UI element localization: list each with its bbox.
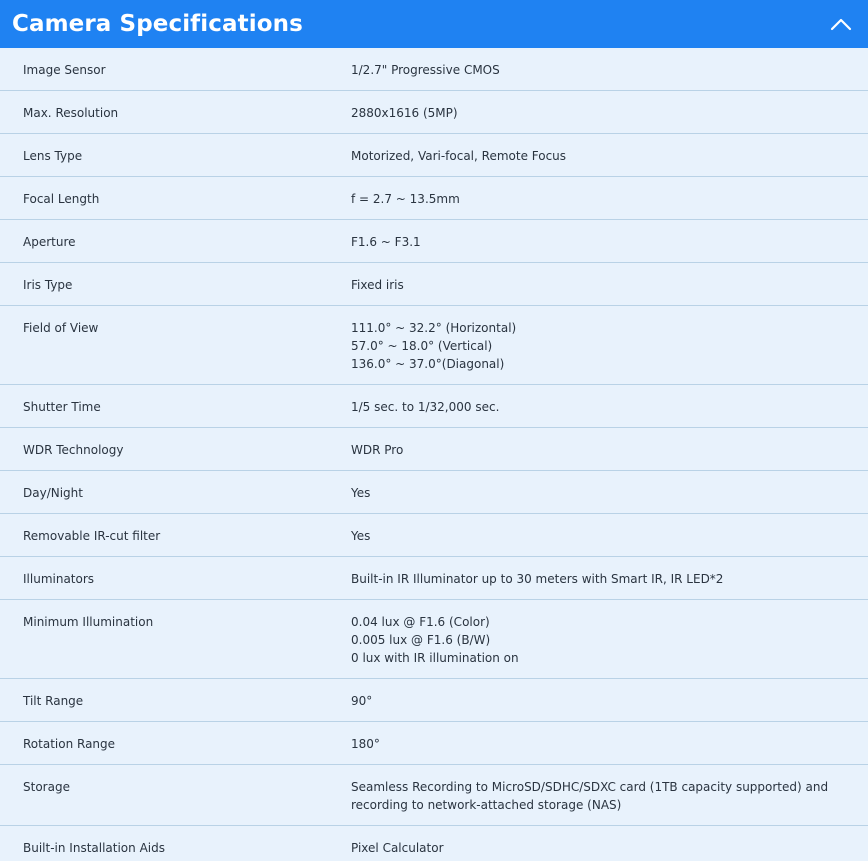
spec-value: Fixed iris bbox=[328, 263, 868, 305]
spec-table: Image Sensor 1/2.7" Progressive CMOS Max… bbox=[0, 48, 868, 861]
spec-row-rotation-range: Rotation Range 180° bbox=[0, 722, 868, 765]
section-header[interactable]: Camera Specifications bbox=[0, 0, 868, 48]
spec-value-line: WDR Pro bbox=[351, 443, 404, 457]
spec-value-line: Yes bbox=[351, 529, 371, 543]
spec-row-wdr-technology: WDR Technology WDR Pro bbox=[0, 428, 868, 471]
spec-value-line: 0 lux with IR illumination on bbox=[351, 651, 519, 665]
spec-row-storage: Storage Seamless Recording to MicroSD/SD… bbox=[0, 765, 868, 826]
spec-value: 1/5 sec. to 1/32,000 sec. bbox=[328, 385, 868, 427]
spec-value-line: 180° bbox=[351, 737, 380, 751]
spec-value: 2880x1616 (5MP) bbox=[328, 91, 868, 133]
spec-row-installation-aids: Built-in Installation Aids Pixel Calcula… bbox=[0, 826, 868, 861]
spec-row-tilt-range: Tilt Range 90° bbox=[0, 679, 868, 722]
spec-value-line: 136.0° ~ 37.0°(Diagonal) bbox=[351, 357, 505, 371]
spec-row-focal-length: Focal Length f = 2.7 ~ 13.5mm bbox=[0, 177, 868, 220]
spec-label: Storage bbox=[23, 780, 70, 794]
spec-row-lens-type: Lens Type Motorized, Vari-focal, Remote … bbox=[0, 134, 868, 177]
spec-value-line: 57.0° ~ 18.0° (Vertical) bbox=[351, 339, 493, 353]
spec-label: Aperture bbox=[23, 235, 76, 249]
spec-value-line: 90° bbox=[351, 694, 373, 708]
spec-row-iris-type: Iris Type Fixed iris bbox=[0, 263, 868, 306]
spec-value-line: Pixel Calculator bbox=[351, 841, 444, 855]
chevron-up-icon bbox=[830, 18, 852, 31]
spec-value-line: 1/2.7" Progressive CMOS bbox=[351, 63, 500, 77]
spec-value: Pixel Calculator bbox=[328, 826, 868, 861]
spec-label: Minimum Illumination bbox=[23, 615, 154, 629]
spec-value-line: f = 2.7 ~ 13.5mm bbox=[351, 192, 460, 206]
spec-label: Shutter Time bbox=[23, 400, 101, 414]
section-title: Camera Specifications bbox=[12, 11, 303, 37]
spec-value-line: 1/5 sec. to 1/32,000 sec. bbox=[351, 400, 500, 414]
spec-row-illuminators: Illuminators Built-in IR Illuminator up … bbox=[0, 557, 868, 600]
spec-value: Seamless Recording to MicroSD/SDHC/SDXC … bbox=[328, 765, 868, 825]
spec-label: Illuminators bbox=[23, 572, 95, 586]
spec-value: WDR Pro bbox=[328, 428, 868, 470]
spec-value-line: 0.005 lux @ F1.6 (B/W) bbox=[351, 633, 491, 647]
spec-value-line: 111.0° ~ 32.2° (Horizontal) bbox=[351, 321, 517, 335]
spec-label: Image Sensor bbox=[23, 63, 106, 77]
spec-label: Rotation Range bbox=[23, 737, 116, 751]
spec-value: Yes bbox=[328, 471, 868, 513]
spec-value: Motorized, Vari-focal, Remote Focus bbox=[328, 134, 868, 176]
spec-label: Max. Resolution bbox=[23, 106, 119, 120]
spec-label: Removable IR-cut filter bbox=[23, 529, 161, 543]
spec-label: WDR Technology bbox=[23, 443, 124, 457]
camera-specifications-panel: Camera Specifications Image Sensor 1/2.7… bbox=[0, 0, 868, 861]
spec-value-line: Yes bbox=[351, 486, 371, 500]
spec-value: 180° bbox=[328, 722, 868, 764]
spec-label: Field of View bbox=[23, 321, 99, 335]
spec-value: Yes bbox=[328, 514, 868, 556]
spec-value-line: recording to network-attached storage (N… bbox=[351, 798, 622, 812]
spec-row-max-resolution: Max. Resolution 2880x1616 (5MP) bbox=[0, 91, 868, 134]
spec-label: Lens Type bbox=[23, 149, 83, 163]
spec-value: 0.04 lux @ F1.6 (Color) 0.005 lux @ F1.6… bbox=[328, 600, 868, 678]
spec-label: Iris Type bbox=[23, 278, 73, 292]
spec-row-image-sensor: Image Sensor 1/2.7" Progressive CMOS bbox=[0, 48, 868, 91]
spec-row-minimum-illumination: Minimum Illumination 0.04 lux @ F1.6 (Co… bbox=[0, 600, 868, 679]
spec-row-ir-cut-filter: Removable IR-cut filter Yes bbox=[0, 514, 868, 557]
spec-value: F1.6 ~ F3.1 bbox=[328, 220, 868, 262]
spec-row-aperture: Aperture F1.6 ~ F3.1 bbox=[0, 220, 868, 263]
spec-value: Built-in IR Illuminator up to 30 meters … bbox=[328, 557, 868, 599]
spec-label: Tilt Range bbox=[23, 694, 84, 708]
spec-value-line: 0.04 lux @ F1.6 (Color) bbox=[351, 615, 490, 629]
spec-label: Built-in Installation Aids bbox=[23, 841, 165, 855]
spec-value-line: Motorized, Vari-focal, Remote Focus bbox=[351, 149, 567, 163]
spec-value: 90° bbox=[328, 679, 868, 721]
spec-value: f = 2.7 ~ 13.5mm bbox=[328, 177, 868, 219]
spec-value-line: Built-in IR Illuminator up to 30 meters … bbox=[351, 572, 724, 586]
collapse-button[interactable] bbox=[828, 11, 854, 37]
spec-label: Focal Length bbox=[23, 192, 100, 206]
spec-row-field-of-view: Field of View 111.0° ~ 32.2° (Horizontal… bbox=[0, 306, 868, 385]
spec-value: 1/2.7" Progressive CMOS bbox=[328, 48, 868, 90]
spec-value-line: 2880x1616 (5MP) bbox=[351, 106, 458, 120]
spec-row-day-night: Day/Night Yes bbox=[0, 471, 868, 514]
spec-value-line: Fixed iris bbox=[351, 278, 404, 292]
spec-value-line: F1.6 ~ F3.1 bbox=[351, 235, 421, 249]
spec-label: Day/Night bbox=[23, 486, 83, 500]
spec-value-line: Seamless Recording to MicroSD/SDHC/SDXC … bbox=[351, 780, 829, 794]
spec-value: 111.0° ~ 32.2° (Horizontal) 57.0° ~ 18.0… bbox=[328, 306, 868, 384]
spec-row-shutter-time: Shutter Time 1/5 sec. to 1/32,000 sec. bbox=[0, 385, 868, 428]
